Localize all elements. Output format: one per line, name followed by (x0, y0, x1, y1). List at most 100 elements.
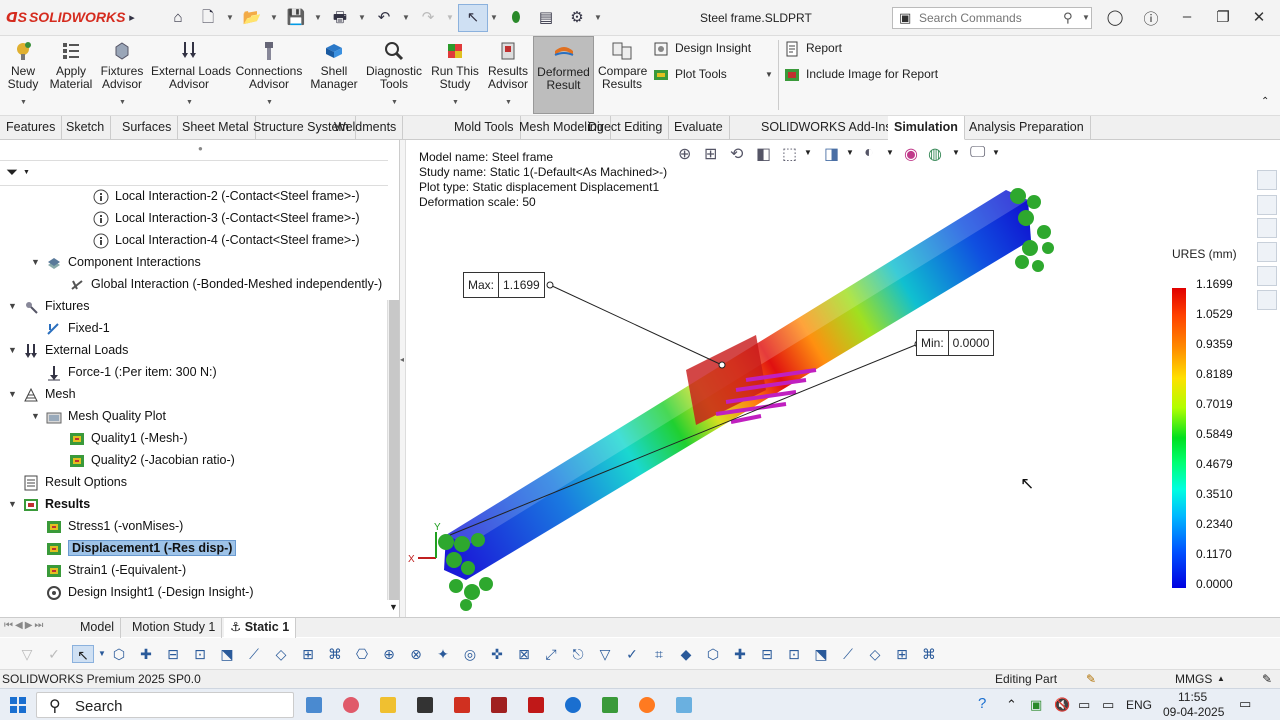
mesh-control-icon[interactable]: ✦ (434, 645, 452, 663)
home-icon[interactable]: ⌂ (168, 8, 188, 28)
tree-local-interaction-2[interactable]: Local Interaction-2 (-Contact<Steel fram… (93, 186, 360, 206)
options-gear-icon[interactable]: ⚙ (567, 8, 587, 28)
plot-tools-button[interactable]: Plot Tools (653, 67, 727, 83)
tab-motion-study-1[interactable]: Motion Study 1 (126, 618, 223, 638)
plot-settings-icon[interactable]: ◇ (866, 645, 884, 663)
deformed-model-render[interactable]: X Y (406, 140, 1280, 617)
show-plot-icon[interactable]: ✓ (45, 645, 63, 663)
tree-component-interactions-expand-icon[interactable]: ▼ (31, 257, 40, 267)
sensor-icon[interactable]: ⊟ (164, 645, 182, 663)
print-dropdown-icon[interactable]: ▼ (358, 8, 366, 28)
tree-result-options[interactable]: Result Options (23, 472, 127, 492)
external-loads-advisor-button[interactable]: External Loads Advisor ▼ (151, 40, 231, 106)
custom-properties-icon[interactable] (1257, 266, 1277, 286)
appearances-icon[interactable] (1257, 242, 1277, 262)
search-commands-input[interactable] (919, 11, 1059, 25)
close-icon[interactable]: ✕ (1249, 8, 1269, 26)
new-dropdown-icon[interactable]: ▼ (226, 8, 234, 28)
file-explorer-icon[interactable] (1257, 218, 1277, 238)
compare-results-button[interactable]: Compare Results (598, 40, 647, 91)
tree-force-1[interactable]: Force-1 (:Per item: 300 N:) (46, 362, 217, 382)
app-red-icon[interactable] (491, 697, 507, 713)
options-dropdown-icon[interactable]: ▼ (594, 8, 602, 28)
tree-mesh-quality-plot-expand-icon[interactable]: ▼ (31, 411, 40, 421)
task-view-icon[interactable] (306, 697, 322, 713)
new-document-icon[interactable]: 🗋 (198, 8, 218, 28)
measure-icon[interactable]: ⎋ (569, 645, 587, 663)
hide-all-plots-icon[interactable]: ▽ (18, 645, 36, 663)
select-filter-icon[interactable]: ↖ (72, 645, 94, 663)
tree-stress1[interactable]: Stress1 (-vonMises-) (46, 516, 183, 536)
display-toggle-icon[interactable]: ✚ (731, 645, 749, 663)
minimize-icon[interactable]: – (1177, 8, 1197, 25)
tab-features[interactable]: Features (0, 116, 63, 140)
new-study-dropdown-icon[interactable]: ▼ (20, 96, 27, 109)
fixtures-advisor-button[interactable]: Fixtures Advisor ▼ (100, 40, 144, 106)
settings-icon[interactable]: ⬔ (812, 645, 830, 663)
language-indicator[interactable]: ENG (1126, 698, 1152, 712)
network-icon[interactable]: ▭ (1102, 697, 1114, 713)
collapse-ribbon-icon[interactable]: ⌃ (1261, 96, 1269, 107)
design-library-icon[interactable] (1257, 195, 1277, 215)
clock-date[interactable]: 09-04-2025 (1163, 705, 1224, 719)
diagnostic-tools-dropdown-icon[interactable]: ▼ (391, 96, 398, 109)
open-dropdown-icon[interactable]: ▼ (270, 8, 278, 28)
tree-strain1[interactable]: Strain1 (-Equivalent-) (46, 560, 186, 580)
max-probe-label[interactable]: Max: 1.1699 (463, 272, 545, 298)
iso-clipping-icon[interactable]: ◆ (677, 645, 695, 663)
section-clipping-icon[interactable]: ⬡ (704, 645, 722, 663)
tree-local-interaction-4[interactable]: Local Interaction-4 (-Contact<Steel fram… (93, 230, 360, 250)
tab-sketch[interactable]: Sketch (60, 116, 112, 140)
tree-scrollbar-track[interactable] (387, 300, 399, 600)
edge-icon[interactable]: ◇ (272, 645, 290, 663)
external-loads-dropdown-icon[interactable]: ▼ (186, 96, 193, 109)
diagnostic-tools-button[interactable]: Diagnostic Tools ▼ (365, 40, 423, 106)
tab-direct-editing[interactable]: Direct Editing (582, 116, 670, 140)
tree-fixtures-expand-icon[interactable]: ▼ (8, 301, 17, 311)
notifications-icon[interactable]: ▭ (1239, 696, 1251, 712)
volume-icon[interactable]: ⟋ (245, 645, 263, 663)
reference-geometry-icon[interactable]: ⎔ (353, 645, 371, 663)
chart-options-icon[interactable]: ⊟ (758, 645, 776, 663)
tree-external-loads[interactable]: External Loads (23, 340, 128, 360)
volume-muted-icon[interactable]: 🔇 (1054, 697, 1070, 713)
units-dropdown-icon[interactable]: ▲ (1217, 670, 1225, 688)
apply-material-button[interactable]: Apply Material (48, 40, 94, 91)
tree-mesh-quality-plot[interactable]: Mesh Quality Plot (46, 406, 166, 426)
results-advisor-dropdown-icon[interactable]: ▼ (505, 96, 512, 109)
compare-icon[interactable]: ⊡ (785, 645, 803, 663)
select-arrow-icon[interactable]: ↖ (458, 4, 488, 32)
file-explorer-taskbar-icon[interactable] (380, 697, 396, 713)
tree-displacement1[interactable]: Displacement1 (-Res disp-) (46, 538, 237, 558)
chat-app-icon[interactable] (343, 697, 359, 713)
min-probe-label[interactable]: Min: 0.0000 (916, 330, 995, 356)
clock-time[interactable]: 11:55 (1178, 690, 1207, 704)
shell-manager-button[interactable]: Shell Manager (310, 40, 358, 91)
tree-global-interaction[interactable]: Global Interaction (-Bonded-Meshed indep… (69, 274, 382, 294)
save-dropdown-icon[interactable]: ▼ (314, 8, 322, 28)
tab-weldments[interactable]: Weldments (328, 116, 404, 140)
tree-fixtures[interactable]: Fixtures (23, 296, 89, 316)
acrobat-icon[interactable] (454, 697, 470, 713)
tab-analysis-preparation[interactable]: Analysis Preparation (963, 116, 1091, 140)
redo-icon[interactable]: ↷ (418, 8, 438, 28)
tab-evaluate[interactable]: Evaluate (668, 116, 730, 140)
status-options-icon[interactable]: ✎ (1262, 670, 1272, 688)
tree-component-interactions[interactable]: Component Interactions (46, 252, 201, 272)
redo-dropdown-icon[interactable]: ▼ (446, 8, 454, 28)
scale-icon[interactable]: ⌘ (920, 645, 938, 663)
select-filter-dropdown-icon[interactable]: ▼ (98, 645, 106, 663)
list-icon[interactable]: ✓ (623, 645, 641, 663)
search-dropdown-icon[interactable]: ▼ (1082, 13, 1090, 22)
tree-local-interaction-3[interactable]: Local Interaction-3 (-Contact<Steel fram… (93, 208, 360, 228)
report-button[interactable]: Report (784, 41, 842, 57)
solidworks-resources-icon[interactable] (1257, 170, 1277, 190)
tree-quality1[interactable]: Quality1 (-Mesh-) (69, 428, 188, 448)
tab-sheet-metal[interactable]: Sheet Metal (176, 116, 256, 140)
undo-icon[interactable]: ↶ (374, 8, 394, 28)
filter-icon[interactable]: ⏷ (6, 164, 18, 181)
tab-simulation[interactable]: Simulation (888, 116, 965, 140)
save-icon[interactable]: 💾 (286, 8, 306, 28)
rebuild-status-icon[interactable]: ✎ (1086, 670, 1096, 688)
include-image-button[interactable]: Include Image for Report (784, 67, 938, 83)
